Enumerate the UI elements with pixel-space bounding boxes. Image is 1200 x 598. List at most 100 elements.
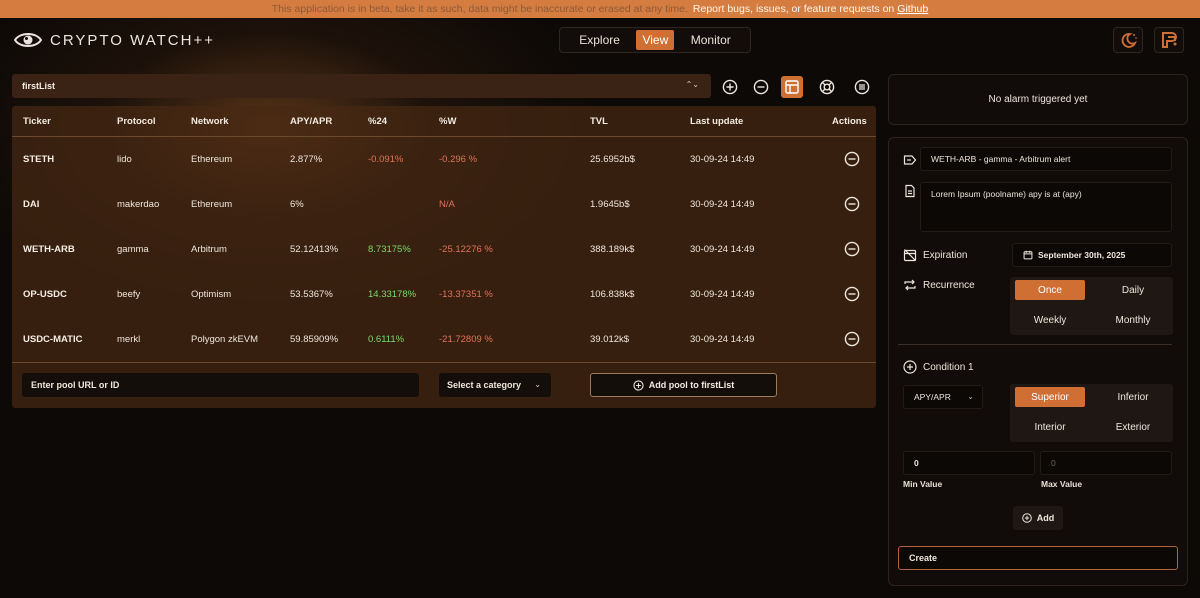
cell-last-update: 30-09-24 14:49 — [690, 199, 755, 210]
condition-label: Condition 1 — [923, 362, 974, 373]
cell-tvl: 106.838k$ — [590, 289, 635, 300]
add-pool-label: Add pool to firstList — [648, 380, 735, 390]
updown-chevron-icon: ⌃⌄ — [685, 80, 699, 89]
expiration-date-value: September 30th, 2025 — [1038, 250, 1126, 260]
section-divider — [898, 344, 1172, 345]
plus-circle-icon — [1021, 513, 1032, 523]
remove-pool-icon[interactable] — [844, 196, 860, 212]
condition-superior[interactable]: Superior — [1015, 387, 1085, 407]
expiration-date-picker[interactable]: September 30th, 2025 — [1012, 243, 1172, 267]
cell-24h: 8.73175% — [368, 244, 411, 255]
calendar-off-icon — [903, 249, 917, 262]
tab-view[interactable]: View — [636, 30, 675, 50]
app-name: CRYPTO WATCH++ — [50, 31, 215, 49]
cell-week: -21.72809 % — [439, 334, 493, 345]
cell-ticker: WETH-ARB — [23, 244, 75, 255]
profile-button[interactable] — [1154, 27, 1184, 53]
col-tvl: TVL — [590, 116, 608, 127]
cell-24h: -0.091% — [368, 154, 404, 165]
plus-circle-icon[interactable] — [903, 360, 917, 374]
condition-exterior[interactable]: Exterior — [1098, 417, 1168, 437]
pool-url-input[interactable]: Enter pool URL or ID — [22, 373, 419, 397]
tab-monitor[interactable]: Monitor — [685, 30, 737, 50]
list-selector[interactable]: firstList ⌃⌄ — [12, 74, 711, 98]
cell-protocol: beefy — [117, 289, 141, 300]
logo[interactable]: CRYPTO WATCH++ — [14, 30, 215, 50]
condition-interior[interactable]: Interior — [1015, 417, 1085, 437]
metric-select[interactable]: APY/APR ⌄ — [903, 385, 983, 409]
col-network: Network — [191, 116, 229, 127]
table-icon — [785, 80, 799, 94]
alarm-message-textarea[interactable]: Lorem Ipsum (poolname) apy is at (apy) — [920, 182, 1172, 232]
alarm-status: No alarm triggered yet — [988, 94, 1088, 105]
table-view-button[interactable] — [781, 76, 803, 98]
cell-protocol: merkl — [117, 334, 141, 345]
cell-ticker: DAI — [23, 199, 40, 210]
add-list-button[interactable] — [719, 76, 741, 98]
cell-network: Polygon zkEVM — [191, 334, 259, 345]
cell-week: N/A — [439, 199, 455, 210]
cell-tvl: 1.9645b$ — [590, 199, 630, 210]
cell-network: Ethereum — [191, 199, 233, 210]
recurrence-weekly[interactable]: Weekly — [1015, 310, 1085, 330]
col-24h: %24 — [368, 116, 388, 127]
add-pool-button[interactable]: Add pool to firstList — [590, 373, 777, 397]
cell-ticker: STETH — [23, 154, 55, 165]
chevron-down-icon: ⌄ — [967, 392, 974, 401]
alarm-name-input[interactable]: WETH-ARB - gamma - Arbitrum alert — [920, 147, 1172, 171]
recurrence-daily[interactable]: Daily — [1098, 280, 1168, 300]
category-select-value: Select a category — [447, 380, 522, 390]
category-select[interactable]: Select a category ⌄ — [439, 373, 551, 397]
remove-pool-icon[interactable] — [844, 286, 860, 302]
main-nav: Explore View Monitor — [559, 27, 751, 53]
cell-last-update: 30-09-24 14:49 — [690, 154, 755, 165]
support-button[interactable] — [816, 76, 838, 98]
tab-explore[interactable]: Explore — [573, 30, 626, 50]
condition-inferior[interactable]: Inferior — [1098, 387, 1168, 407]
recurrence-monthly[interactable]: Monthly — [1098, 310, 1168, 330]
cell-apy: 52.12413% — [290, 244, 339, 255]
create-alarm-button[interactable]: Create — [898, 546, 1178, 570]
theme-toggle-button[interactable] — [1113, 27, 1143, 53]
col-protocol: Protocol — [117, 116, 156, 127]
remove-list-button[interactable] — [750, 76, 772, 98]
recurrence-once[interactable]: Once — [1015, 280, 1085, 300]
cell-last-update: 30-09-24 14:49 — [690, 334, 755, 345]
col-week: %W — [439, 116, 457, 127]
cell-week: -13.37351 % — [439, 289, 493, 300]
report-text: Report bugs, issues, or feature requests… — [692, 3, 895, 15]
cell-week: -25.12276 % — [439, 244, 493, 255]
remove-pool-icon[interactable] — [844, 241, 860, 257]
list-selector-value: firstList — [22, 81, 56, 91]
lifebuoy-icon — [819, 79, 835, 95]
cell-protocol: makerdao — [117, 199, 160, 210]
cell-tvl: 39.012k$ — [590, 334, 630, 345]
max-value-label: Max Value — [1041, 479, 1083, 489]
cell-week: -0.296 % — [439, 154, 478, 165]
cell-network: Arbitrum — [191, 244, 227, 255]
cell-protocol: lido — [117, 154, 132, 165]
remove-pool-icon[interactable] — [844, 151, 860, 167]
plus-circle-icon — [722, 79, 738, 95]
max-value-input[interactable]: 0 — [1040, 451, 1172, 475]
header-divider — [12, 136, 876, 137]
beta-banner: This application is in beta, take it as … — [0, 0, 1200, 18]
cell-apy: 6% — [290, 199, 304, 210]
footer-divider — [12, 362, 876, 363]
document-icon — [905, 184, 915, 198]
plus-circle-icon — [633, 379, 644, 391]
cell-apy: 2.877% — [290, 154, 323, 165]
repeat-icon — [904, 279, 916, 291]
cell-network: Optimism — [191, 289, 232, 300]
menu-circle-icon — [854, 79, 870, 95]
cell-tvl: 388.189k$ — [590, 244, 635, 255]
remove-pool-icon[interactable] — [844, 331, 860, 347]
eye-icon — [14, 33, 42, 47]
add-condition-button[interactable]: Add — [1013, 506, 1063, 530]
menu-button[interactable] — [851, 76, 873, 98]
github-link[interactable]: Github — [897, 3, 928, 15]
app-header: CRYPTO WATCH++ Explore View Monitor — [0, 18, 1200, 62]
brand-icon — [1162, 32, 1177, 48]
cell-apy: 53.5367% — [290, 289, 333, 300]
min-value-input[interactable]: 0 — [903, 451, 1035, 475]
